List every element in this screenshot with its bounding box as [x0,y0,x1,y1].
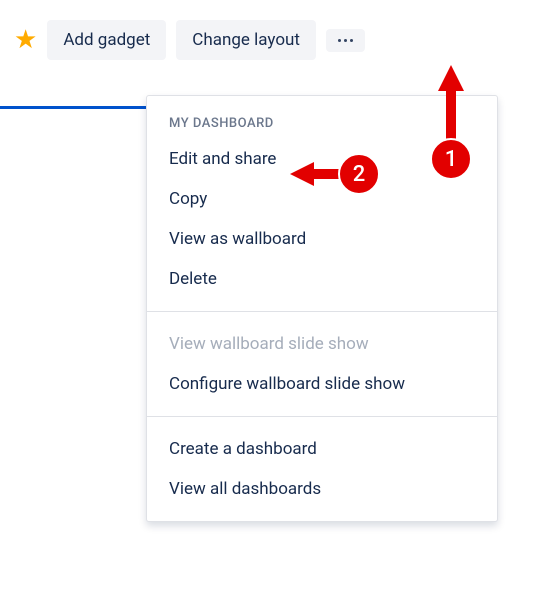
menu-view-all-dashboards[interactable]: View all dashboards [147,469,497,509]
change-layout-button[interactable]: Change layout [176,20,316,60]
menu-create-dashboard[interactable]: Create a dashboard [147,429,497,469]
tab-indicator [0,106,148,109]
dropdown-section-dashboard: MY DASHBOARD Edit and share Copy View as… [147,96,497,312]
menu-configure-wallboard-slideshow[interactable]: Configure wallboard slide show [147,364,497,404]
menu-view-wallboard-slideshow: View wallboard slide show [147,324,497,364]
menu-copy[interactable]: Copy [147,179,497,219]
star-icon[interactable]: ★ [14,27,37,53]
menu-delete[interactable]: Delete [147,259,497,299]
section-header: MY DASHBOARD [147,108,497,139]
dropdown-section-wallboard: View wallboard slide show Configure wall… [147,312,497,417]
more-actions-dropdown: MY DASHBOARD Edit and share Copy View as… [146,95,498,522]
menu-edit-and-share[interactable]: Edit and share [147,139,497,179]
more-icon [338,39,353,42]
add-gadget-button[interactable]: Add gadget [47,20,166,60]
menu-view-as-wallboard[interactable]: View as wallboard [147,219,497,259]
more-actions-button[interactable] [326,29,365,52]
toolbar: ★ Add gadget Change layout [0,0,541,60]
dropdown-section-general: Create a dashboard View all dashboards [147,417,497,521]
